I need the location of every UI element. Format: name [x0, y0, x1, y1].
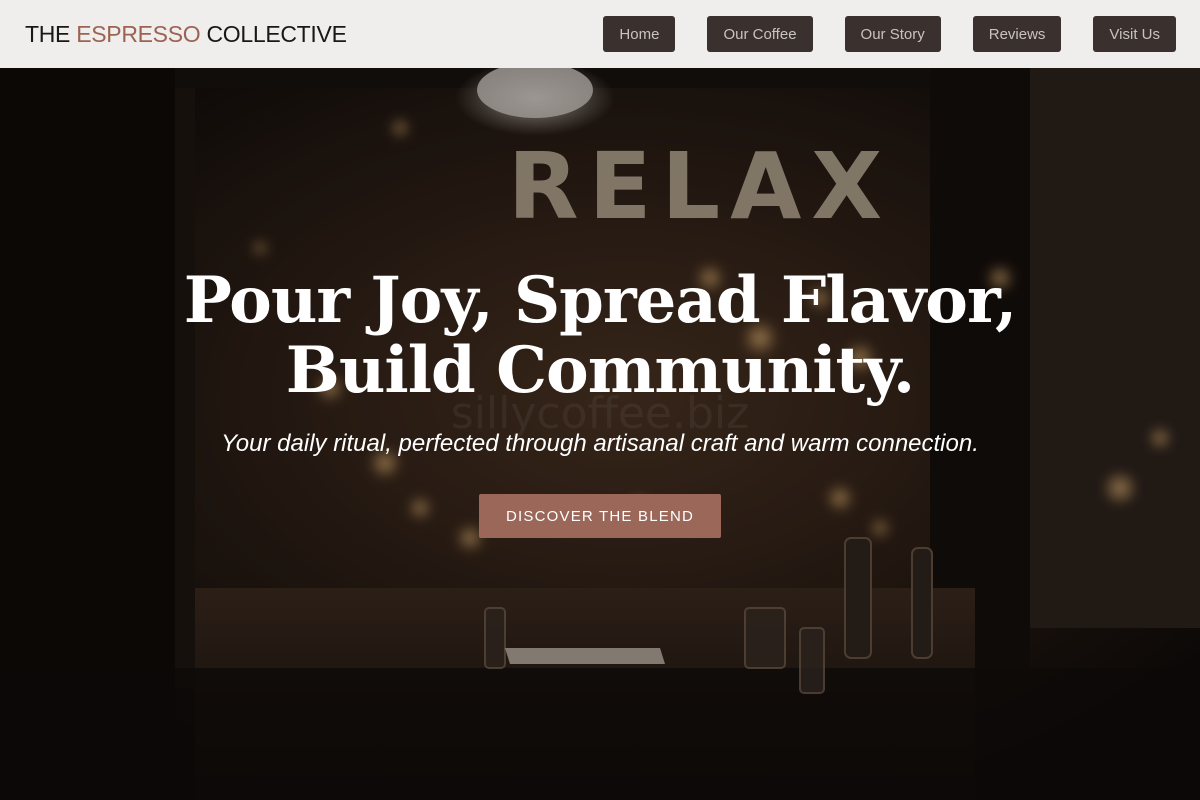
nav-home-button[interactable]: Home — [603, 16, 676, 52]
site-header: THE ESPRESSO COLLECTIVE Home Our Coffee … — [0, 0, 1200, 68]
headline-line-2: Build Community. — [285, 333, 915, 408]
hero-tagline: Your daily ritual, perfected through art… — [221, 430, 979, 457]
site-logo[interactable]: THE ESPRESSO COLLECTIVE — [25, 21, 347, 48]
logo-text-the: THE — [25, 20, 71, 47]
headline-line-1: Pour Joy, Spread Flavor, — [183, 263, 1018, 338]
logo-text-collective: COLLECTIVE — [206, 20, 347, 47]
nav-our-coffee-button[interactable]: Our Coffee — [707, 16, 813, 52]
logo-text-espresso: ESPRESSO — [76, 20, 201, 47]
nav-reviews-button[interactable]: Reviews — [972, 16, 1062, 52]
nav-our-story-button[interactable]: Our Story — [844, 16, 941, 52]
hero-headline: Pour Joy, Spread Flavor, Build Community… — [0, 266, 1200, 406]
main-nav: Home Our Coffee Our Story Reviews Visit … — [603, 16, 1176, 52]
discover-blend-button[interactable]: DISCOVER THE BLEND — [479, 494, 721, 538]
hero-content: Pour Joy, Spread Flavor, Build Community… — [0, 68, 1200, 800]
hero-section: RELAX sillycoffee.biz Pour Joy, Spread F… — [0, 68, 1200, 800]
nav-visit-us-button[interactable]: Visit Us — [1093, 16, 1176, 52]
